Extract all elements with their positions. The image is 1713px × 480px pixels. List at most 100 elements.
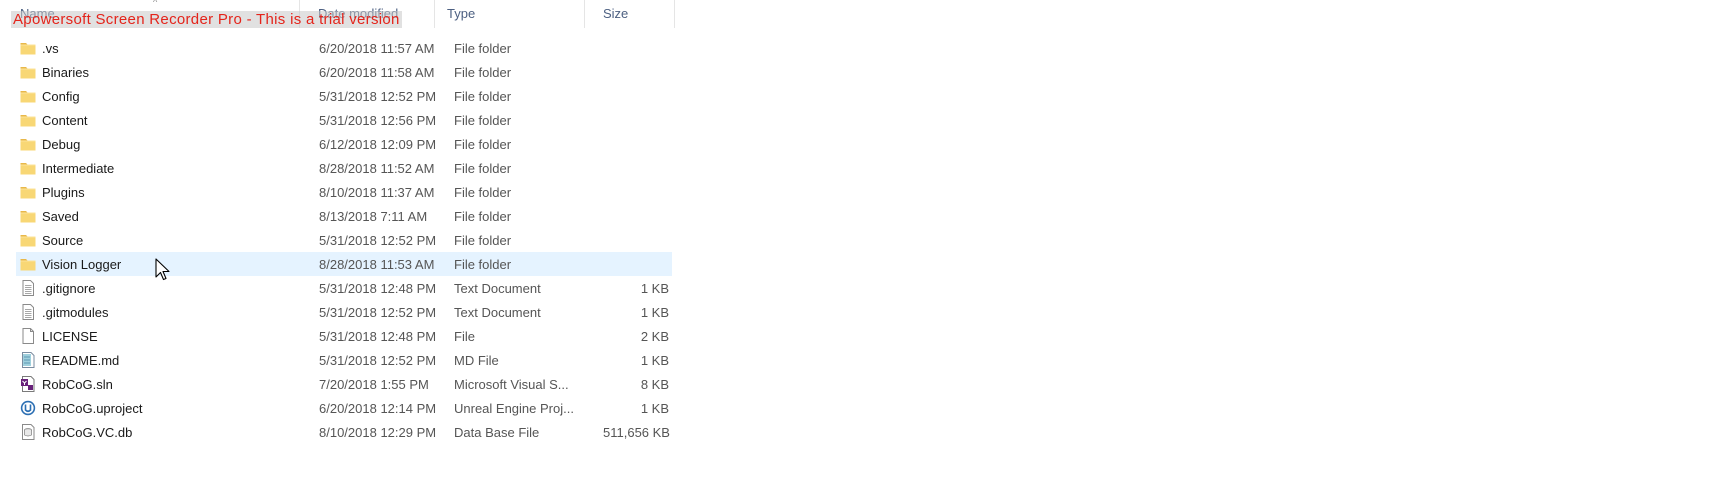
file-row[interactable]: Intermediate 8/28/2018 11:52 AM File folde…: [16, 156, 672, 180]
folder-icon: [20, 160, 36, 176]
column-type-header[interactable]: Type: [435, 0, 585, 28]
file-type-cell: MD File: [454, 352, 499, 368]
file-type-cell: File: [454, 328, 475, 344]
file-name-cell: RobCoG.uproject: [16, 400, 316, 416]
file-name-cell: Debug: [16, 136, 316, 152]
file-date-cell: 8/28/2018 11:52 AM: [319, 160, 435, 176]
file-date-cell: 6/12/2018 12:09 PM: [319, 136, 437, 152]
file-type-cell: File folder: [454, 64, 512, 80]
file-date-cell: 8/10/2018 12:29 PM: [319, 424, 437, 440]
file-type-cell: File folder: [454, 136, 512, 152]
file-name-cell: Source: [16, 232, 316, 248]
folder-icon: [20, 136, 36, 152]
file-name-label: RobCoG.VC.db: [42, 424, 133, 440]
file-name-cell: Plugins: [16, 184, 316, 200]
file-row[interactable]: Config 5/31/2018 12:52 PM File folder: [16, 84, 672, 108]
file-name-label: Binaries: [42, 64, 89, 80]
file-row[interactable]: RobCoG.sln 7/20/2018 1:55 PM Microsoft Vis…: [16, 372, 672, 396]
file-row[interactable]: Binaries 6/20/2018 11:58 AM File folder: [16, 60, 672, 84]
file-name-label: Debug: [42, 136, 81, 152]
file-row[interactable]: Debug 6/12/2018 12:09 PM File folder: [16, 132, 672, 156]
file-row[interactable]: .gitmodules 5/31/2018 12:52 PM Text Docume…: [16, 300, 672, 324]
file-name-label: Content: [42, 112, 88, 128]
file-name-label: Config: [42, 88, 80, 104]
file-date-cell: 5/31/2018 12:48 PM: [319, 328, 437, 344]
file-name-label: README.md: [42, 352, 120, 368]
file-list: .vs 6/20/2018 11:57 AM File folder Binaries…: [16, 36, 672, 444]
file-row[interactable]: Vision Logger 8/28/2018 11:53 AM File fold…: [16, 252, 672, 276]
file-size-cell: 1 KB: [640, 280, 669, 296]
sort-ascending-icon: ^: [153, 0, 158, 7]
mouse-cursor-icon: [155, 258, 170, 281]
file-name-cell: Saved: [16, 208, 316, 224]
file-type-cell: File folder: [454, 232, 512, 248]
file-name-cell: .vs: [16, 40, 316, 56]
text-document-icon: [20, 304, 36, 320]
folder-icon: [20, 64, 36, 80]
file-name-cell: Content: [16, 112, 316, 128]
file-row[interactable]: RobCoG.VC.db 8/10/2018 12:29 PM Data Base …: [16, 420, 672, 444]
file-name-label: Saved: [42, 208, 79, 224]
visual-studio-solution-icon: [20, 376, 36, 392]
file-row[interactable]: .gitignore 5/31/2018 12:48 PM Text Documen…: [16, 276, 672, 300]
file-type-cell: File folder: [454, 88, 512, 104]
file-type-cell: File folder: [454, 184, 512, 200]
file-name-cell: .gitignore: [16, 280, 316, 296]
file-name-cell: .gitmodules: [16, 304, 316, 320]
file-row[interactable]: RobCoG.uproject 6/20/2018 12:14 PM Unreal …: [16, 396, 672, 420]
file-row[interactable]: README.md 5/31/2018 12:52 PM MD File 1 KB: [16, 348, 672, 372]
file-row[interactable]: .vs 6/20/2018 11:57 AM File folder: [16, 36, 672, 60]
file-type-cell: File folder: [454, 208, 512, 224]
file-date-cell: 7/20/2018 1:55 PM: [319, 376, 429, 392]
file-size-cell: 1 KB: [640, 352, 669, 368]
file-row[interactable]: Plugins 8/10/2018 11:37 AM File folder: [16, 180, 672, 204]
text-document-icon: [20, 280, 36, 296]
folder-icon: [20, 256, 36, 272]
file-date-cell: 6/20/2018 11:58 AM: [319, 64, 435, 80]
file-date-cell: 5/31/2018 12:48 PM: [319, 280, 437, 296]
column-size-header[interactable]: Size: [585, 0, 675, 28]
column-type-label: Type: [447, 6, 476, 21]
file-size-cell: 2 KB: [640, 328, 669, 344]
file-size-cell: 1 KB: [640, 400, 669, 416]
file-name-cell: LICENSE: [16, 328, 316, 344]
file-name-label: .vs: [42, 40, 59, 56]
file-name-label: Intermediate: [42, 160, 115, 176]
file-name-cell: RobCoG.VC.db: [16, 424, 316, 440]
folder-icon: [20, 232, 36, 248]
file-name-label: Plugins: [42, 184, 85, 200]
file-type-cell: Data Base File: [454, 424, 540, 440]
file-type-cell: File folder: [454, 160, 512, 176]
file-name-label: Vision Logger: [42, 256, 122, 272]
file-type-cell: Unreal Engine Proj...: [454, 400, 574, 416]
folder-icon: [20, 208, 36, 224]
file-date-cell: 5/31/2018 12:56 PM: [319, 112, 437, 128]
file-size-cell: 511,656 KB: [603, 424, 670, 440]
folder-icon: [20, 88, 36, 104]
trial-watermark: Apowersoft Screen Recorder Pro - This is…: [11, 11, 402, 28]
file-row[interactable]: LICENSE 5/31/2018 12:48 PM File 2 KB: [16, 324, 672, 348]
file-row[interactable]: Content 5/31/2018 12:56 PM File folder: [16, 108, 672, 132]
file-name-label: Source: [42, 232, 84, 248]
file-name-label: RobCoG.uproject: [42, 400, 143, 416]
file-size-cell: 1 KB: [640, 304, 669, 320]
file-type-cell: File folder: [454, 256, 512, 272]
file-size-cell: 8 KB: [640, 376, 669, 392]
database-file-icon: [20, 424, 36, 440]
file-date-cell: 8/28/2018 11:53 AM: [319, 256, 435, 272]
file-row[interactable]: Saved 8/13/2018 7:11 AM File folder: [16, 204, 672, 228]
file-type-cell: File folder: [454, 40, 512, 56]
file-date-cell: 6/20/2018 12:14 PM: [319, 400, 437, 416]
file-type-cell: Microsoft Visual S...: [454, 376, 569, 392]
file-name-cell: Config: [16, 88, 316, 104]
file-explorer: ^ Name Date modified Type Size Apowersof…: [0, 0, 1713, 480]
file-row[interactable]: Source 5/31/2018 12:52 PM File folder: [16, 228, 672, 252]
file-date-cell: 5/31/2018 12:52 PM: [319, 232, 437, 248]
file-date-cell: 5/31/2018 12:52 PM: [319, 352, 437, 368]
file-name-label: .gitignore: [42, 280, 96, 296]
file-name-label: .gitmodules: [42, 304, 109, 320]
file-date-cell: 6/20/2018 11:57 AM: [319, 40, 435, 56]
file-date-cell: 5/31/2018 12:52 PM: [319, 304, 437, 320]
file-name-label: RobCoG.sln: [42, 376, 113, 392]
folder-icon: [20, 40, 36, 56]
